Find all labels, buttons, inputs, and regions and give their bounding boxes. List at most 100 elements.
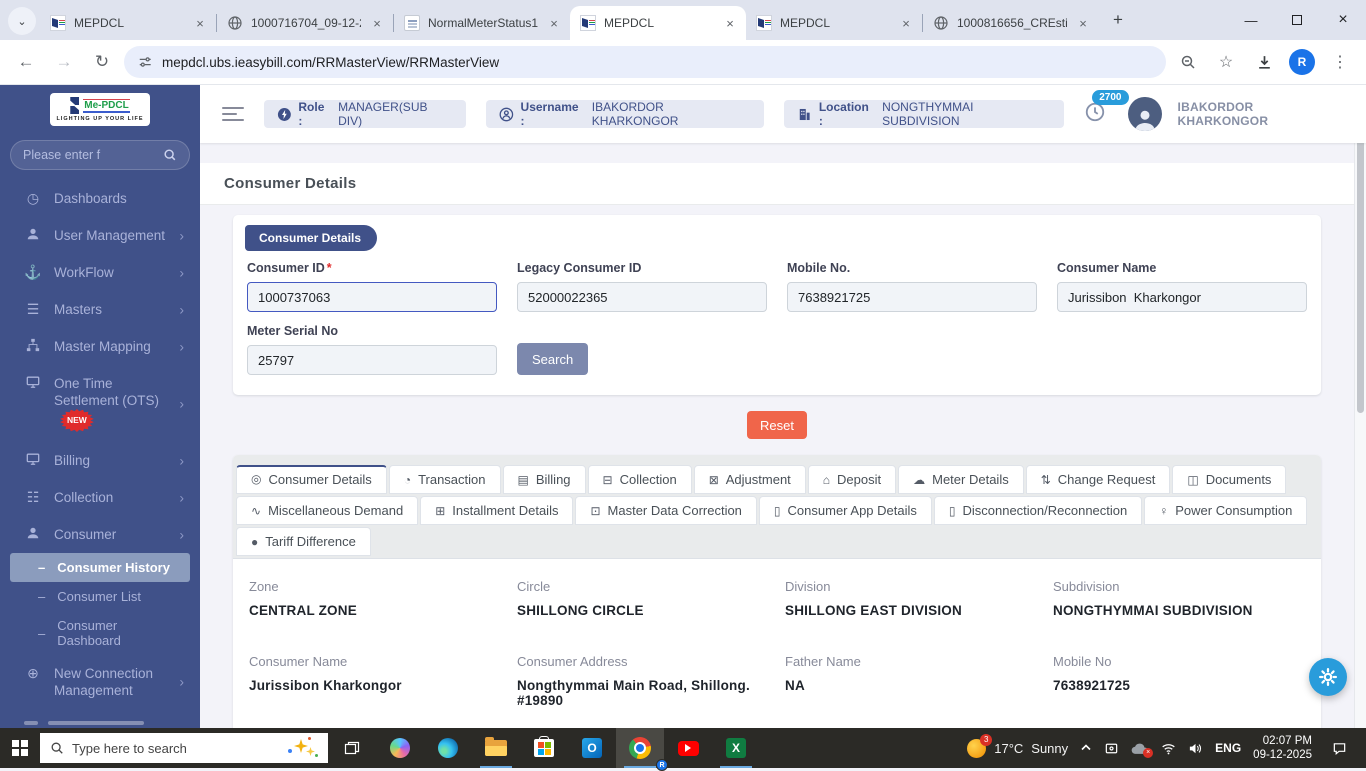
tab-installment-details[interactable]: ⊞Installment Details: [420, 496, 573, 525]
tab-adjustment[interactable]: ⊠Adjustment: [694, 465, 806, 494]
youtube-button[interactable]: [664, 728, 712, 768]
tab-disconnection-reconnection[interactable]: ▯Disconnection/Reconnection: [934, 496, 1142, 525]
sidebar-item-new-connection[interactable]: ⊕ New Connection Management ›: [0, 655, 200, 709]
taskbar-clock[interactable]: 02:07 PM 09-12-2025: [1253, 734, 1312, 762]
sidebar-item-consumer-history[interactable]: – Consumer History: [10, 553, 190, 582]
browser-tab-active[interactable]: MEPDCL ×: [570, 6, 746, 40]
tab-close-icon[interactable]: ×: [192, 15, 208, 31]
tab-billing[interactable]: ▤Billing: [503, 465, 586, 494]
consumer-name-input[interactable]: [1057, 282, 1307, 312]
sidebar: Me-PDCL LIGHTING UP YOUR LIFE ◷ Dashboar…: [0, 85, 200, 728]
back-icon[interactable]: ←: [10, 46, 42, 78]
edge-button[interactable]: [424, 728, 472, 768]
browser-tab[interactable]: MEPDCL ×: [40, 6, 216, 40]
browser-tab[interactable]: MEPDCL ×: [746, 6, 922, 40]
tab-close-icon[interactable]: ×: [1075, 15, 1091, 31]
tab-close-icon[interactable]: ×: [369, 15, 385, 31]
tab-meter-details[interactable]: ☁Meter Details: [898, 465, 1024, 494]
tab-close-icon[interactable]: ×: [546, 15, 562, 31]
zoom-icon[interactable]: [1172, 46, 1204, 78]
sidebar-item-partial[interactable]: [0, 709, 200, 725]
reset-button[interactable]: Reset: [747, 411, 807, 439]
file-explorer-button[interactable]: [472, 728, 520, 768]
sidebar-item-dashboards[interactable]: ◷ Dashboards: [0, 180, 200, 217]
screen-cast-tray-icon[interactable]: [1104, 741, 1119, 756]
tab-deposit[interactable]: ⌂Deposit: [808, 465, 896, 494]
session-timer[interactable]: 2700: [1084, 101, 1106, 128]
copilot-button[interactable]: [376, 728, 424, 768]
tab-transaction[interactable]: ◔Transaction: [389, 465, 501, 494]
tab-master-data-correction[interactable]: ⊡Master Data Correction: [575, 496, 756, 525]
url-bar[interactable]: mepdcl.ubs.ieasybill.com/RRMasterView/RR…: [124, 46, 1166, 78]
chrome-button[interactable]: R: [616, 728, 664, 768]
meter-serial-input[interactable]: [247, 345, 497, 375]
app-logo[interactable]: Me-PDCL LIGHTING UP YOUR LIFE: [50, 93, 150, 126]
sidebar-item-billing[interactable]: Billing ›: [0, 442, 200, 479]
legacy-consumer-id-input[interactable]: [517, 282, 767, 312]
language-indicator[interactable]: ENG: [1215, 741, 1241, 755]
taskbar-search[interactable]: Type here to search: [40, 733, 328, 763]
tab-consumer-app-details[interactable]: ▯Consumer App Details: [759, 496, 932, 525]
tab-tariff-difference[interactable]: ●Tariff Difference: [236, 527, 371, 556]
user-icon: [24, 526, 42, 540]
tray-expand-button[interactable]: [1080, 742, 1092, 754]
monitor-icon: [24, 375, 42, 389]
onedrive-tray-icon[interactable]: ×: [1131, 742, 1149, 755]
sidebar-item-workflow[interactable]: ⚓ WorkFlow ›: [0, 254, 200, 291]
sidebar-item-user-management[interactable]: User Management ›: [0, 217, 200, 254]
tab-close-icon[interactable]: ×: [898, 15, 914, 31]
browser-tab[interactable]: 1000716704_09-12-2 ×: [217, 6, 393, 40]
tab-change-request[interactable]: ⇅Change Request: [1026, 465, 1171, 494]
search-button[interactable]: Search: [517, 343, 588, 375]
browser-menu-icon[interactable]: ⋮: [1324, 46, 1356, 78]
notification-center-button[interactable]: [1324, 728, 1354, 768]
site-settings-icon[interactable]: [138, 55, 152, 69]
profile-avatar[interactable]: R: [1286, 46, 1318, 78]
weather-widget[interactable]: 3 17°C Sunny: [967, 739, 1068, 758]
scrollbar-thumb[interactable]: [1357, 113, 1364, 413]
microsoft-store-button[interactable]: [520, 728, 568, 768]
user-icon: [24, 227, 42, 241]
tab-power-consumption[interactable]: ♀Power Consumption: [1144, 496, 1307, 525]
settings-fab[interactable]: [1309, 658, 1347, 696]
start-button[interactable]: [0, 728, 40, 768]
sidebar-item-consumer[interactable]: Consumer ›: [0, 516, 200, 553]
search-icon[interactable]: [163, 148, 177, 162]
tab-close-icon[interactable]: ×: [722, 15, 738, 31]
consumer-id-input[interactable]: [247, 282, 497, 312]
sidebar-item-master-mapping[interactable]: Master Mapping ›: [0, 328, 200, 365]
reload-icon[interactable]: ↻: [86, 46, 118, 78]
tab-documents[interactable]: ◫Documents: [1172, 465, 1286, 494]
sidebar-item-consumer-dashboard[interactable]: – Consumer Dashboard: [0, 611, 200, 655]
hamburger-menu-icon[interactable]: [222, 107, 244, 121]
mobile-no-input[interactable]: [787, 282, 1037, 312]
browser-tab[interactable]: 1000816656_CREstim ×: [923, 6, 1099, 40]
excel-button[interactable]: X: [712, 728, 760, 768]
user-avatar[interactable]: [1128, 97, 1161, 131]
tab-consumer-details[interactable]: ◎Consumer Details: [236, 465, 387, 494]
wifi-tray-icon[interactable]: [1161, 741, 1176, 756]
tab-search-chevron-icon[interactable]: ⌄: [8, 7, 36, 35]
sidebar-item-consumer-list[interactable]: – Consumer List: [0, 582, 200, 611]
task-view-button[interactable]: [328, 728, 376, 768]
window-close-button[interactable]: ×: [1320, 0, 1366, 40]
tab-miscellaneous-demand[interactable]: ∿Miscellaneous Demand: [236, 496, 418, 525]
window-maximize-button[interactable]: [1274, 0, 1320, 40]
outlook-button[interactable]: O: [568, 728, 616, 768]
bookmark-star-icon[interactable]: ☆: [1210, 46, 1242, 78]
new-tab-button[interactable]: +: [1105, 7, 1131, 33]
sidebar-search-input[interactable]: [23, 148, 157, 162]
forward-icon[interactable]: →: [48, 46, 80, 78]
sidebar-item-masters[interactable]: ☰ Masters ›: [0, 291, 200, 328]
sidebar-search[interactable]: [10, 140, 190, 170]
sidebar-item-collection[interactable]: ☷ Collection ›: [0, 479, 200, 516]
tab-collection[interactable]: ⊟Collection: [588, 465, 692, 494]
sidebar-item-ots[interactable]: One Time Settlement (OTS)NEW ›: [0, 365, 200, 442]
window-minimize-button[interactable]: —: [1228, 0, 1274, 40]
bolt-icon: [277, 107, 292, 122]
browser-tab[interactable]: NormalMeterStatus17 ×: [394, 6, 570, 40]
vertical-scrollbar[interactable]: ▲: [1354, 85, 1366, 728]
chevron-right-icon: ›: [179, 526, 184, 543]
download-icon[interactable]: [1248, 46, 1280, 78]
volume-tray-icon[interactable]: [1188, 741, 1203, 756]
